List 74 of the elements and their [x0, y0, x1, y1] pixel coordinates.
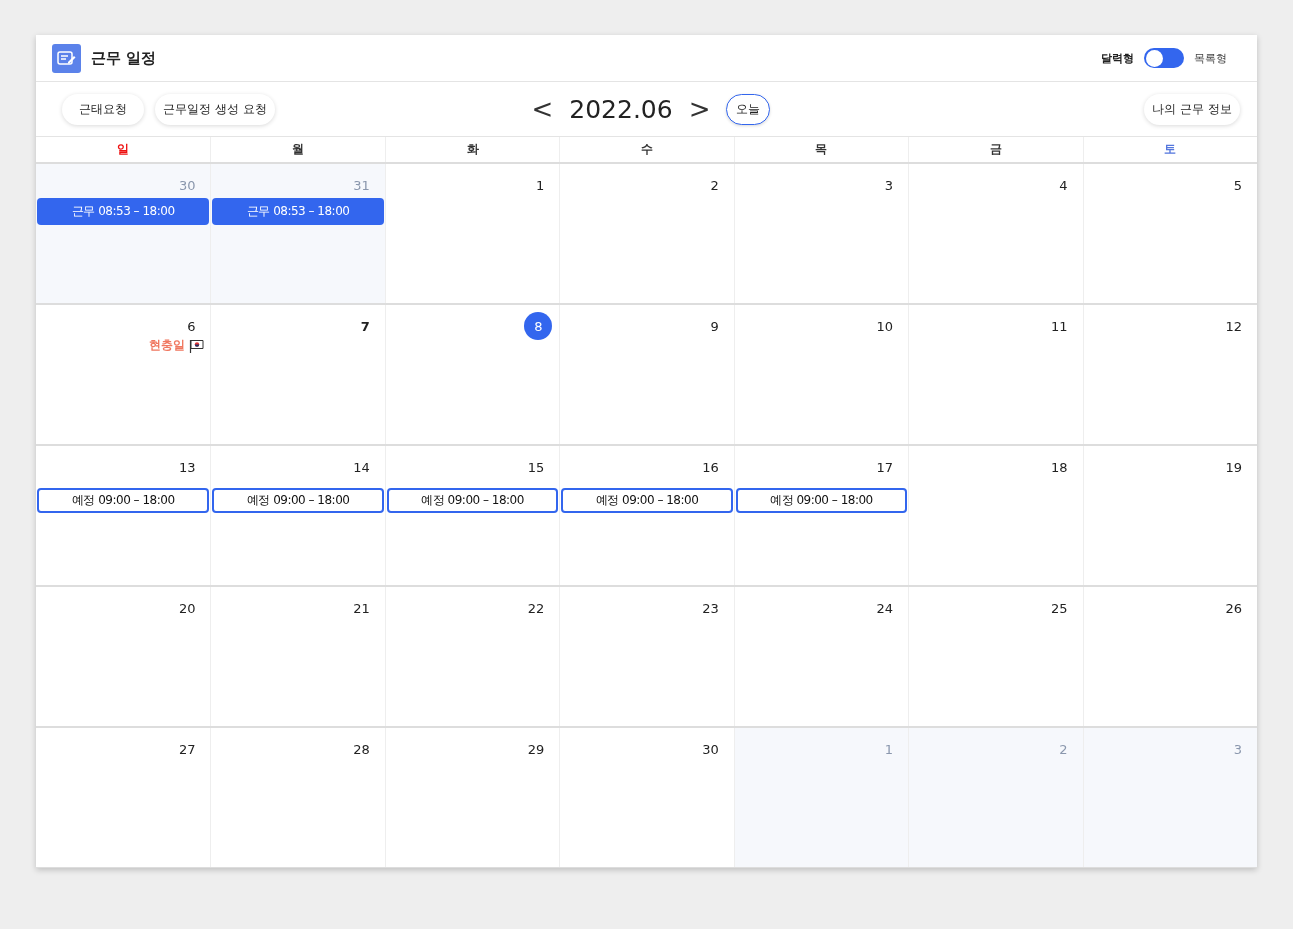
day-number: 16 [702, 459, 719, 475]
request-button[interactable]: 근무일정 생성 요청 [155, 93, 275, 125]
day-number: 24 [876, 600, 894, 616]
day-cell[interactable]: 12 [1082, 305, 1257, 444]
day-number: 3 [1233, 741, 1242, 757]
day-number: 19 [1225, 459, 1242, 475]
day-number: 11 [1051, 318, 1068, 334]
day-number: 30 [178, 177, 196, 193]
next-month-button[interactable]: > [688, 94, 711, 124]
day-number: 15 [527, 459, 545, 475]
day-number: 23 [702, 600, 719, 616]
day-number: 14 [353, 459, 370, 475]
view-toggle[interactable] [1144, 48, 1184, 68]
day-number: 6 [187, 318, 196, 334]
previous-month-button[interactable]: < [531, 94, 554, 124]
schedule-event[interactable]: 예정 09:00 – 18:00 [212, 488, 384, 513]
day-number: 10 [876, 318, 894, 334]
day-number: 29 [527, 741, 545, 757]
weekday-header: 목 [733, 137, 909, 162]
request-button[interactable]: 근태요청 [62, 93, 144, 125]
day-number: 13 [178, 459, 196, 475]
day-number: 4 [1059, 177, 1068, 193]
day-number: 27 [178, 741, 196, 757]
day-number: 2 [710, 177, 719, 193]
day-cell[interactable]: 19 [1082, 446, 1257, 585]
day-cell[interactable]: 16 예정 09:00 – 18:00 [559, 446, 734, 585]
flag-icon [189, 338, 205, 353]
day-cell[interactable]: 14 예정 09:00 – 18:00 [210, 446, 385, 585]
day-number: 30 [702, 741, 719, 757]
day-number: 9 [710, 318, 719, 334]
day-number: 28 [353, 741, 370, 757]
day-number: 5 [1233, 177, 1242, 193]
weekday-header: 토 [1082, 137, 1257, 162]
month-title: 2022.06 [569, 94, 673, 124]
holiday-label: 현충일 [149, 337, 186, 354]
day-number: 31 [353, 177, 370, 193]
day-number: 25 [1051, 600, 1068, 616]
day-number: 26 [1225, 600, 1242, 616]
day-number: 22 [527, 600, 545, 616]
schedule-event[interactable]: 예정 09:00 – 18:00 [386, 488, 559, 513]
day-number: 17 [876, 459, 894, 475]
view-option[interactable]: 달력형 [1101, 50, 1134, 66]
day-cell[interactable]: 13 예정 09:00 – 18:00 [36, 446, 211, 585]
day-number: 12 [1225, 318, 1242, 334]
day-cell[interactable]: 30 근무 08:53 – 18:00 [36, 164, 211, 303]
schedule-event[interactable]: 예정 09:00 – 18:00 [735, 488, 908, 513]
day-cell[interactable]: 31 근무 08:53 – 18:00 [210, 164, 385, 303]
day-number: 18 [1051, 459, 1068, 475]
schedule-event[interactable]: 근무 08:53 – 18:00 [37, 198, 210, 225]
day-number: 21 [353, 600, 370, 616]
day-number: 20 [178, 600, 196, 616]
day-number: 1 [884, 741, 894, 757]
schedule-event[interactable]: 근무 08:53 – 18:00 [212, 198, 384, 225]
day-cell[interactable]: 15 예정 09:00 – 18:00 [384, 446, 560, 585]
weekday-header: 수 [559, 137, 734, 162]
day-cell[interactable]: 17 예정 09:00 – 18:00 [733, 446, 909, 585]
weekday-header: 화 [384, 137, 560, 162]
day-number: 1 [536, 177, 545, 193]
schedule-event[interactable]: 예정 09:00 – 18:00 [561, 488, 733, 513]
day-cell[interactable]: 5 [1082, 164, 1257, 303]
calendar-edit-icon [52, 43, 81, 73]
weekday-header: 월 [210, 137, 385, 162]
day-cell[interactable]: 26 [1082, 587, 1257, 726]
day-number: 8 [524, 312, 553, 340]
view-option[interactable]: 목록형 [1194, 50, 1227, 66]
my-work-info-button[interactable]: 나의 근무 정보 [1144, 93, 1240, 125]
day-number: 2 [1059, 741, 1068, 757]
day-number: 7 [360, 318, 370, 334]
schedule-event[interactable]: 예정 09:00 – 18:00 [37, 488, 210, 513]
today-button[interactable]: 오늘 [726, 93, 771, 125]
weekday-header: 일 [116, 141, 131, 158]
weekday-header: 금 [908, 137, 1083, 162]
page-title: 근무 일정 [91, 48, 158, 68]
day-number: 3 [884, 177, 894, 193]
